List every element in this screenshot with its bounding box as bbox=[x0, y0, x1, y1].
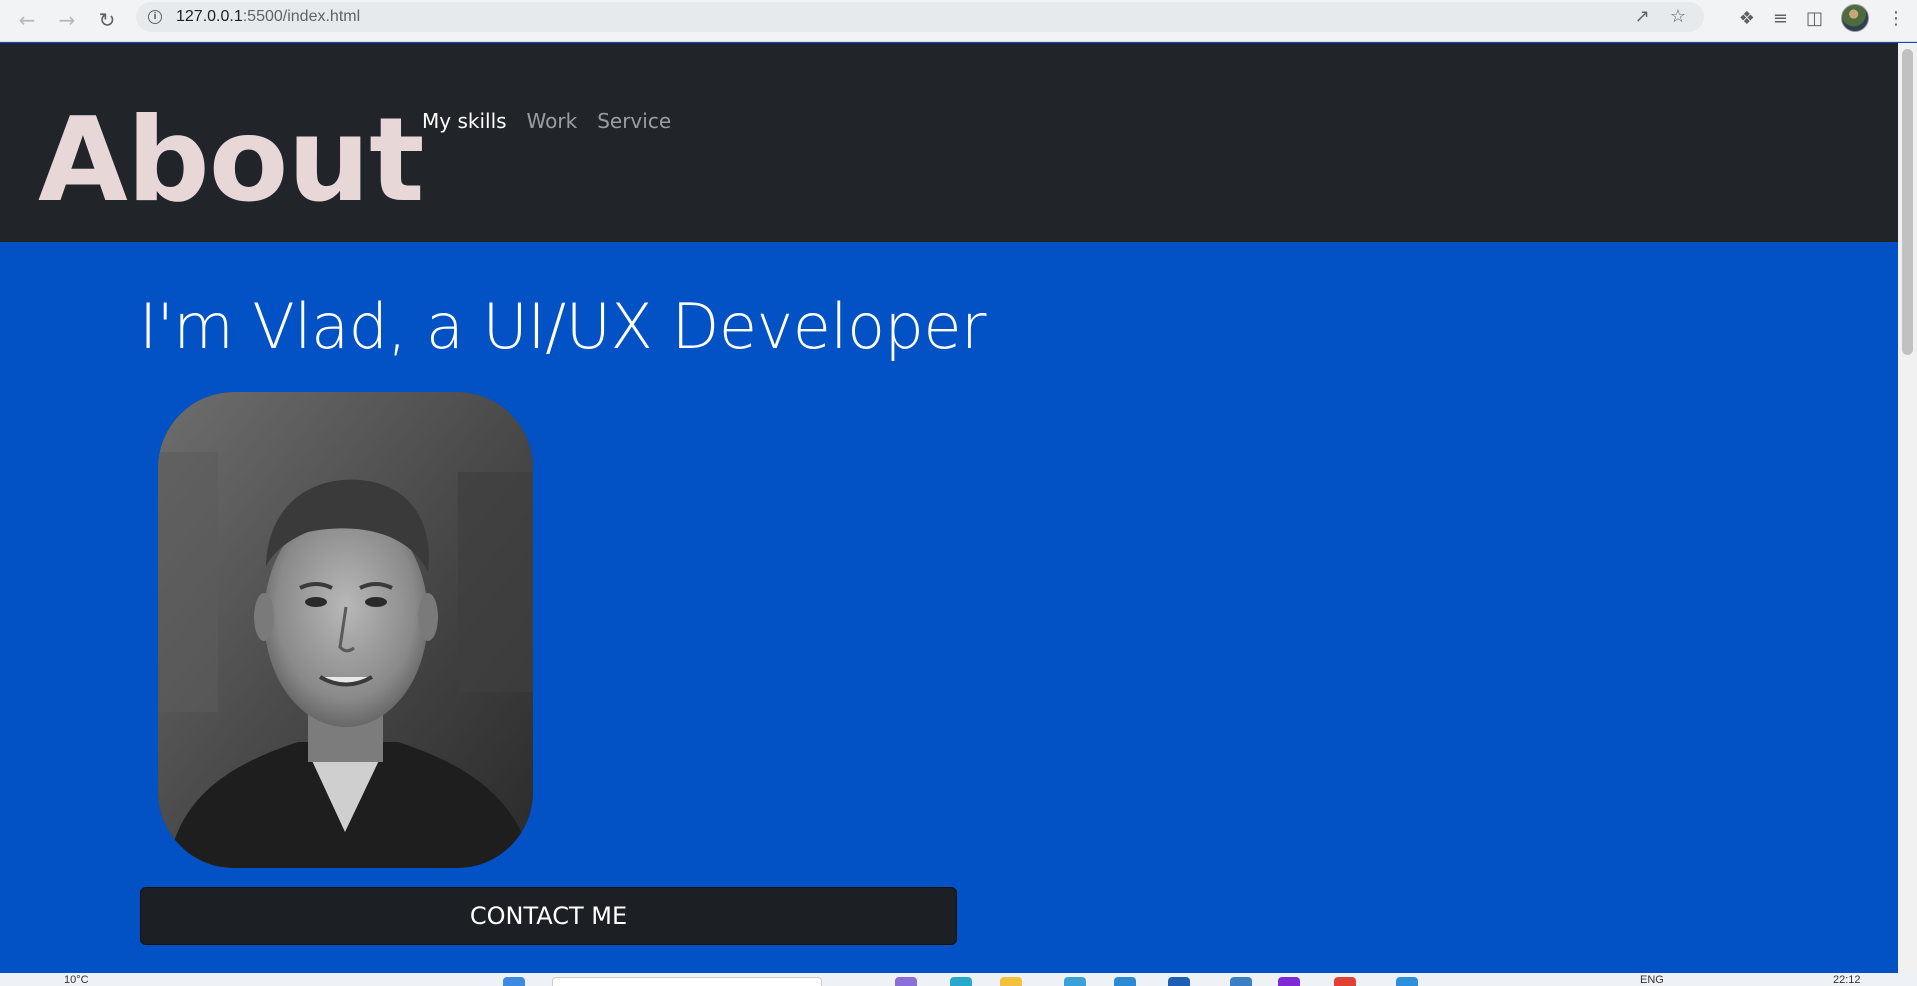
browser-toolbar: ← → ↻ i 127.0.0.1:5500/index.html ↗ ☆ ❖ … bbox=[0, 0, 1917, 42]
page-scrollbar[interactable] bbox=[1898, 43, 1917, 973]
word-icon[interactable] bbox=[1168, 977, 1190, 986]
main-nav: My skills Work Service bbox=[422, 109, 671, 133]
reload-icon[interactable]: ↻ bbox=[92, 5, 122, 35]
side-panel-icon[interactable]: ◫ bbox=[1806, 8, 1823, 29]
bookmark-star-icon[interactable]: ☆ bbox=[1670, 6, 1686, 27]
store-icon[interactable] bbox=[1064, 977, 1086, 986]
os-taskbar: 10°C ENG 22:12 bbox=[0, 973, 1917, 986]
taskbar-weather[interactable]: 10°C bbox=[64, 974, 89, 986]
extensions-puzzle-icon[interactable]: ❖ bbox=[1739, 8, 1755, 29]
windows-start-icon[interactable] bbox=[503, 977, 525, 986]
url-path: :5500/index.html bbox=[242, 8, 361, 25]
teams-icon[interactable] bbox=[895, 977, 917, 986]
portrait-photo bbox=[158, 392, 533, 868]
url-text[interactable]: 127.0.0.1:5500/index.html bbox=[176, 8, 360, 26]
site-header: About My skills Work Service bbox=[0, 43, 1898, 242]
edge-icon[interactable] bbox=[950, 977, 972, 986]
url-host: 127.0.0.1 bbox=[176, 8, 243, 25]
file-explorer-icon[interactable] bbox=[1000, 977, 1022, 986]
nav-link-service[interactable]: Service bbox=[597, 109, 671, 133]
app-icon[interactable] bbox=[1278, 977, 1300, 986]
chrome-icon[interactable] bbox=[1334, 977, 1356, 986]
reading-list-icon[interactable]: ≡ bbox=[1773, 8, 1788, 29]
info-icon[interactable]: i bbox=[148, 10, 162, 24]
back-arrow-icon[interactable]: ← bbox=[12, 5, 42, 35]
brand-title[interactable]: About bbox=[38, 103, 425, 219]
nav-link-my-skills[interactable]: My skills bbox=[422, 109, 507, 133]
taskbar-search-box[interactable] bbox=[552, 977, 822, 986]
taskbar-language[interactable]: ENG bbox=[1640, 974, 1664, 986]
scrollbar-thumb[interactable] bbox=[1902, 49, 1913, 355]
more-vert-icon[interactable]: ⋮ bbox=[1887, 8, 1905, 29]
app-icon-2[interactable] bbox=[1396, 977, 1418, 986]
mail-icon[interactable] bbox=[1114, 977, 1136, 986]
address-bar[interactable]: i 127.0.0.1:5500/index.html ↗ ☆ bbox=[136, 2, 1704, 32]
forward-arrow-icon[interactable]: → bbox=[52, 5, 82, 35]
taskbar-clock[interactable]: 22:12 bbox=[1833, 974, 1861, 986]
hero-title: I'm Vlad, a UI/UX Developer bbox=[139, 290, 987, 363]
nav-link-work[interactable]: Work bbox=[527, 109, 578, 133]
share-icon[interactable]: ↗ bbox=[1635, 6, 1650, 27]
vscode-icon[interactable] bbox=[1230, 977, 1252, 986]
contact-me-button[interactable]: CONTACT ME bbox=[140, 887, 957, 945]
profile-avatar[interactable] bbox=[1841, 4, 1869, 32]
